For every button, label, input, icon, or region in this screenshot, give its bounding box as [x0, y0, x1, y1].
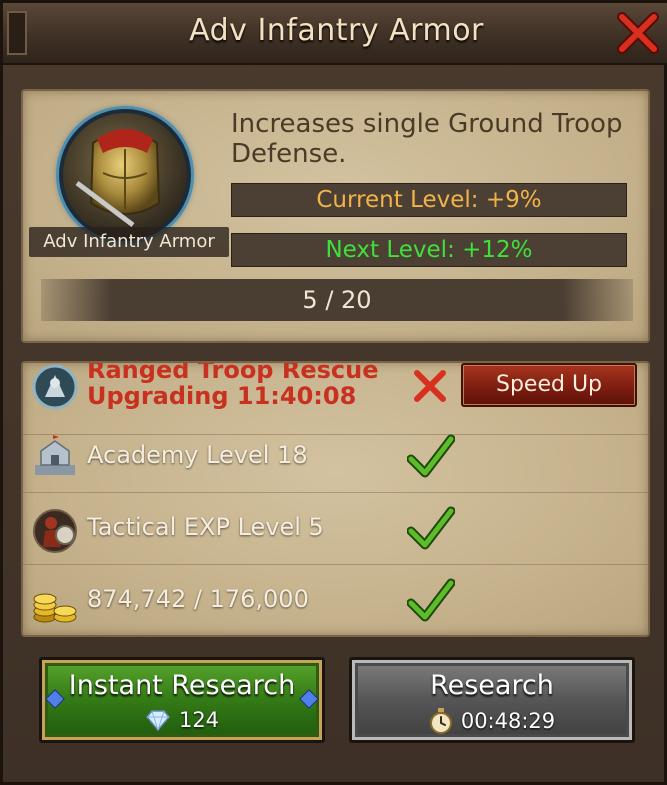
blocked-requirement-title: Ranged Troop Rescue	[87, 361, 379, 384]
tactical-soldier-icon	[33, 509, 77, 553]
research-label: Research	[430, 670, 554, 701]
research-time-value: 00:48:29	[460, 709, 556, 733]
research-level-progress: 5 / 20	[41, 279, 633, 321]
requirements-panel: Ranged Troop Rescue Upgrading 11:40:08 S…	[21, 361, 650, 637]
requirement-row: Academy Level 18	[23, 421, 648, 493]
requirement-met-check-icon	[407, 434, 455, 478]
infantry-armor-icon	[59, 109, 191, 241]
requirement-unmet-icon	[414, 370, 446, 402]
diamond-icon	[145, 710, 170, 731]
research-button[interactable]: Research 00:48:29	[349, 657, 635, 743]
next-level-stat: Next Level: +12%	[231, 233, 627, 267]
armor-emblem-art	[75, 129, 161, 227]
research-dialog: Adv Infantry Armor Adv Infantry Armor In…	[0, 0, 667, 785]
instant-research-cost: 124	[42, 708, 322, 732]
ranged-rescue-icon	[32, 364, 78, 410]
instant-research-button[interactable]: Instant Research 124	[39, 657, 325, 743]
requirement-row: 874,742 / 176,000	[23, 565, 648, 635]
gold-coins-icon	[33, 593, 77, 623]
research-icon-label: Adv Infantry Armor	[29, 227, 229, 257]
research-info-panel: Adv Infantry Armor Increases single Grou…	[21, 89, 650, 343]
requirement-label: Academy Level 18	[87, 441, 308, 469]
speed-up-button[interactable]: Speed Up	[461, 363, 637, 407]
close-icon	[617, 12, 659, 54]
instant-research-cost-value: 124	[178, 708, 220, 732]
research-description: Increases single Ground Troop Defense.	[231, 109, 623, 169]
instant-research-label: Instant Research	[68, 670, 296, 701]
requirement-label: Tactical EXP Level 5	[87, 513, 324, 541]
current-level-stat: Current Level: +9%	[231, 183, 627, 217]
blocked-requirement-timer: Upgrading 11:40:08	[87, 382, 357, 410]
dialog-title: Adv Infantry Armor	[189, 13, 484, 48]
requirement-met-check-icon	[407, 578, 455, 622]
research-time: 00:48:29	[352, 708, 632, 734]
requirement-label: 874,742 / 176,000	[87, 585, 309, 613]
requirement-met-check-icon	[407, 506, 455, 550]
title-bar: Adv Infantry Armor	[3, 3, 667, 65]
close-button[interactable]	[612, 7, 664, 59]
academy-building-icon	[35, 435, 75, 475]
stopwatch-icon	[429, 708, 452, 734]
requirement-row: Tactical EXP Level 5	[23, 493, 648, 565]
